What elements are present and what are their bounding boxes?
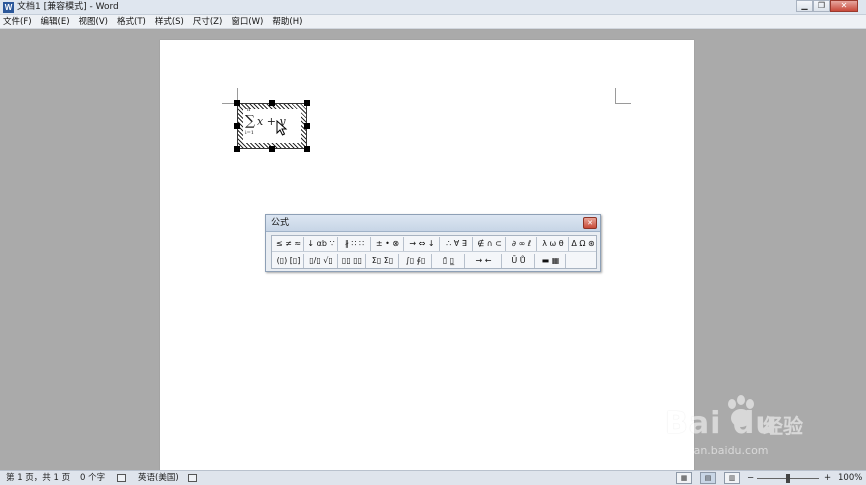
print-layout-view-button[interactable]: ▤ [700, 472, 716, 484]
margin-corner-top-right [615, 88, 631, 104]
sum-lower-limit: i=1 [245, 130, 254, 136]
misc-symbols-button[interactable]: ∂ ∞ ℓ [507, 237, 537, 251]
language-indicator[interactable]: 英语(美国) [138, 472, 179, 484]
watermark-cn: 经验 [763, 414, 803, 438]
equation-palette: ≤ ≠ ≈ ↓ αb ∵ ∦ ∷ ∷ ± • ⊗ → ⇔ ↓ ∴ ∀ ∃ ∉ ∩… [271, 235, 597, 269]
operator-symbols-button[interactable]: ± • ⊗ [372, 237, 404, 251]
embellishments-button[interactable]: ∦ ∷ ∷ [339, 237, 371, 251]
menu-window[interactable]: 窗口(W) [231, 16, 263, 28]
zoom-in-button[interactable]: + [824, 472, 831, 484]
equation-toolbar-titlebar[interactable]: 公式 ✕ [266, 215, 600, 232]
title-bar: W 文档1 [兼容模式] - Word ▁ ❐ ✕ [0, 0, 866, 15]
window-controls: ▁ ❐ ✕ [796, 0, 858, 13]
menu-format[interactable]: 格式(T) [117, 16, 146, 28]
word-icon[interactable]: W [3, 2, 14, 13]
zoom-slider-thumb[interactable] [786, 474, 790, 483]
equation-toolbar[interactable]: 公式 ✕ ≤ ≠ ≈ ↓ αb ∵ ∦ ∷ ∷ ± • ⊗ → ⇔ ↓ ∴ ∀ … [265, 214, 601, 272]
resize-handle-s[interactable] [269, 146, 275, 152]
equation-palette-row-symbols: ≤ ≠ ≈ ↓ αb ∵ ∦ ∷ ∷ ± • ⊗ → ⇔ ↓ ∴ ∀ ∃ ∉ ∩… [272, 236, 596, 252]
spaces-ellipses-button[interactable]: ↓ αb ∵ [305, 237, 338, 251]
word-count[interactable]: 0 个字 [80, 472, 105, 484]
matrix-templates-button[interactable]: ▬ ▦ [536, 254, 566, 268]
zoom-level[interactable]: 100% [838, 472, 862, 484]
subscript-superscript-templates-button[interactable]: ▯▯ ▯▯ [339, 254, 366, 268]
close-icon: ✕ [840, 1, 848, 10]
macro-record-icon[interactable] [188, 474, 197, 482]
menu-style[interactable]: 样式(S) [155, 16, 184, 28]
menu-view[interactable]: 视图(V) [79, 16, 108, 28]
paw-logo-icon [728, 395, 754, 427]
arrow-symbols-button[interactable]: → ⇔ ↓ [405, 237, 440, 251]
zoom-out-button[interactable]: − [747, 472, 754, 484]
restore-button[interactable]: ❐ [813, 0, 830, 12]
menu-help[interactable]: 帮助(H) [272, 16, 302, 28]
logical-symbols-button[interactable]: ∴ ∀ ∃ [441, 237, 473, 251]
greek-lowercase-button[interactable]: λ ω θ [538, 237, 569, 251]
menu-edit[interactable]: 编辑(E) [41, 16, 70, 28]
watermark-url: jingyan.baidu.com [667, 444, 769, 457]
resize-handle-se[interactable] [304, 146, 310, 152]
web-layout-view-button[interactable]: ▥ [724, 472, 740, 484]
resize-handle-ne[interactable] [304, 100, 310, 106]
mouse-cursor-icon [276, 120, 288, 136]
products-set-theory-templates-button[interactable]: Ū Ů [503, 254, 535, 268]
minimize-icon: ▁ [801, 1, 808, 10]
relational-symbols-button[interactable]: ≤ ≠ ≈ [274, 237, 304, 251]
restore-icon: ❐ [817, 1, 826, 10]
close-button[interactable]: ✕ [830, 0, 858, 12]
sum-symbol: ∑ [245, 113, 255, 129]
fence-templates-button[interactable]: (▯) [▯] [274, 254, 304, 268]
equation-object[interactable]: n ∑ i=1 x + y [234, 100, 310, 152]
menu-bar: 文件(F) 编辑(E) 视图(V) 格式(T) 样式(S) 尺寸(Z) 窗口(W… [0, 15, 866, 29]
resize-handle-sw[interactable] [234, 146, 240, 152]
labeled-arrow-templates-button[interactable]: → ← [466, 254, 502, 268]
integral-templates-button[interactable]: ∫▯ ∮▯ [400, 254, 432, 268]
equation-palette-row-templates: (▯) [▯] ▯/▯ √▯ ▯▯ ▯▯ Σ▯ Σ▯ ∫▯ ∮▯ ▯̄ ▯̲ →… [272, 253, 596, 269]
fraction-radical-templates-button[interactable]: ▯/▯ √▯ [305, 254, 338, 268]
underbar-overbar-templates-button[interactable]: ▯̄ ▯̲ [433, 254, 465, 268]
menu-file[interactable]: 文件(F) [3, 16, 32, 28]
resize-handle-n[interactable] [269, 100, 275, 106]
minimize-button[interactable]: ▁ [796, 0, 813, 12]
window-title: 文档1 [兼容模式] - Word [17, 2, 119, 12]
menu-size[interactable]: 尺寸(Z) [193, 16, 222, 28]
equation-toolbar-title: 公式 [271, 218, 290, 228]
set-theory-symbols-button[interactable]: ∉ ∩ ⊂ [474, 237, 506, 251]
close-icon: ✕ [587, 219, 593, 227]
resize-handle-w[interactable] [234, 123, 240, 129]
proofing-icon[interactable] [117, 474, 126, 482]
equation-canvas[interactable]: n ∑ i=1 x + y [243, 107, 301, 143]
watermark-brand: Bai du [665, 406, 778, 441]
resize-handle-nw[interactable] [234, 100, 240, 106]
full-screen-view-button[interactable]: ▦ [676, 472, 692, 484]
summation-templates-button[interactable]: Σ▯ Σ▯ [367, 254, 399, 268]
equation-toolbar-close-button[interactable]: ✕ [583, 217, 597, 229]
baidu-watermark: Bai du 经验 jingyan.baidu.com [665, 395, 825, 465]
resize-handle-e[interactable] [304, 123, 310, 129]
page-count[interactable]: 第 1 页，共 1 页 [6, 472, 70, 484]
greek-uppercase-button[interactable]: Δ Ω ⊛ [570, 237, 596, 251]
status-bar: 第 1 页，共 1 页 0 个字 英语(美国) ▦ ▤ ▥ − + 100% [0, 470, 866, 485]
